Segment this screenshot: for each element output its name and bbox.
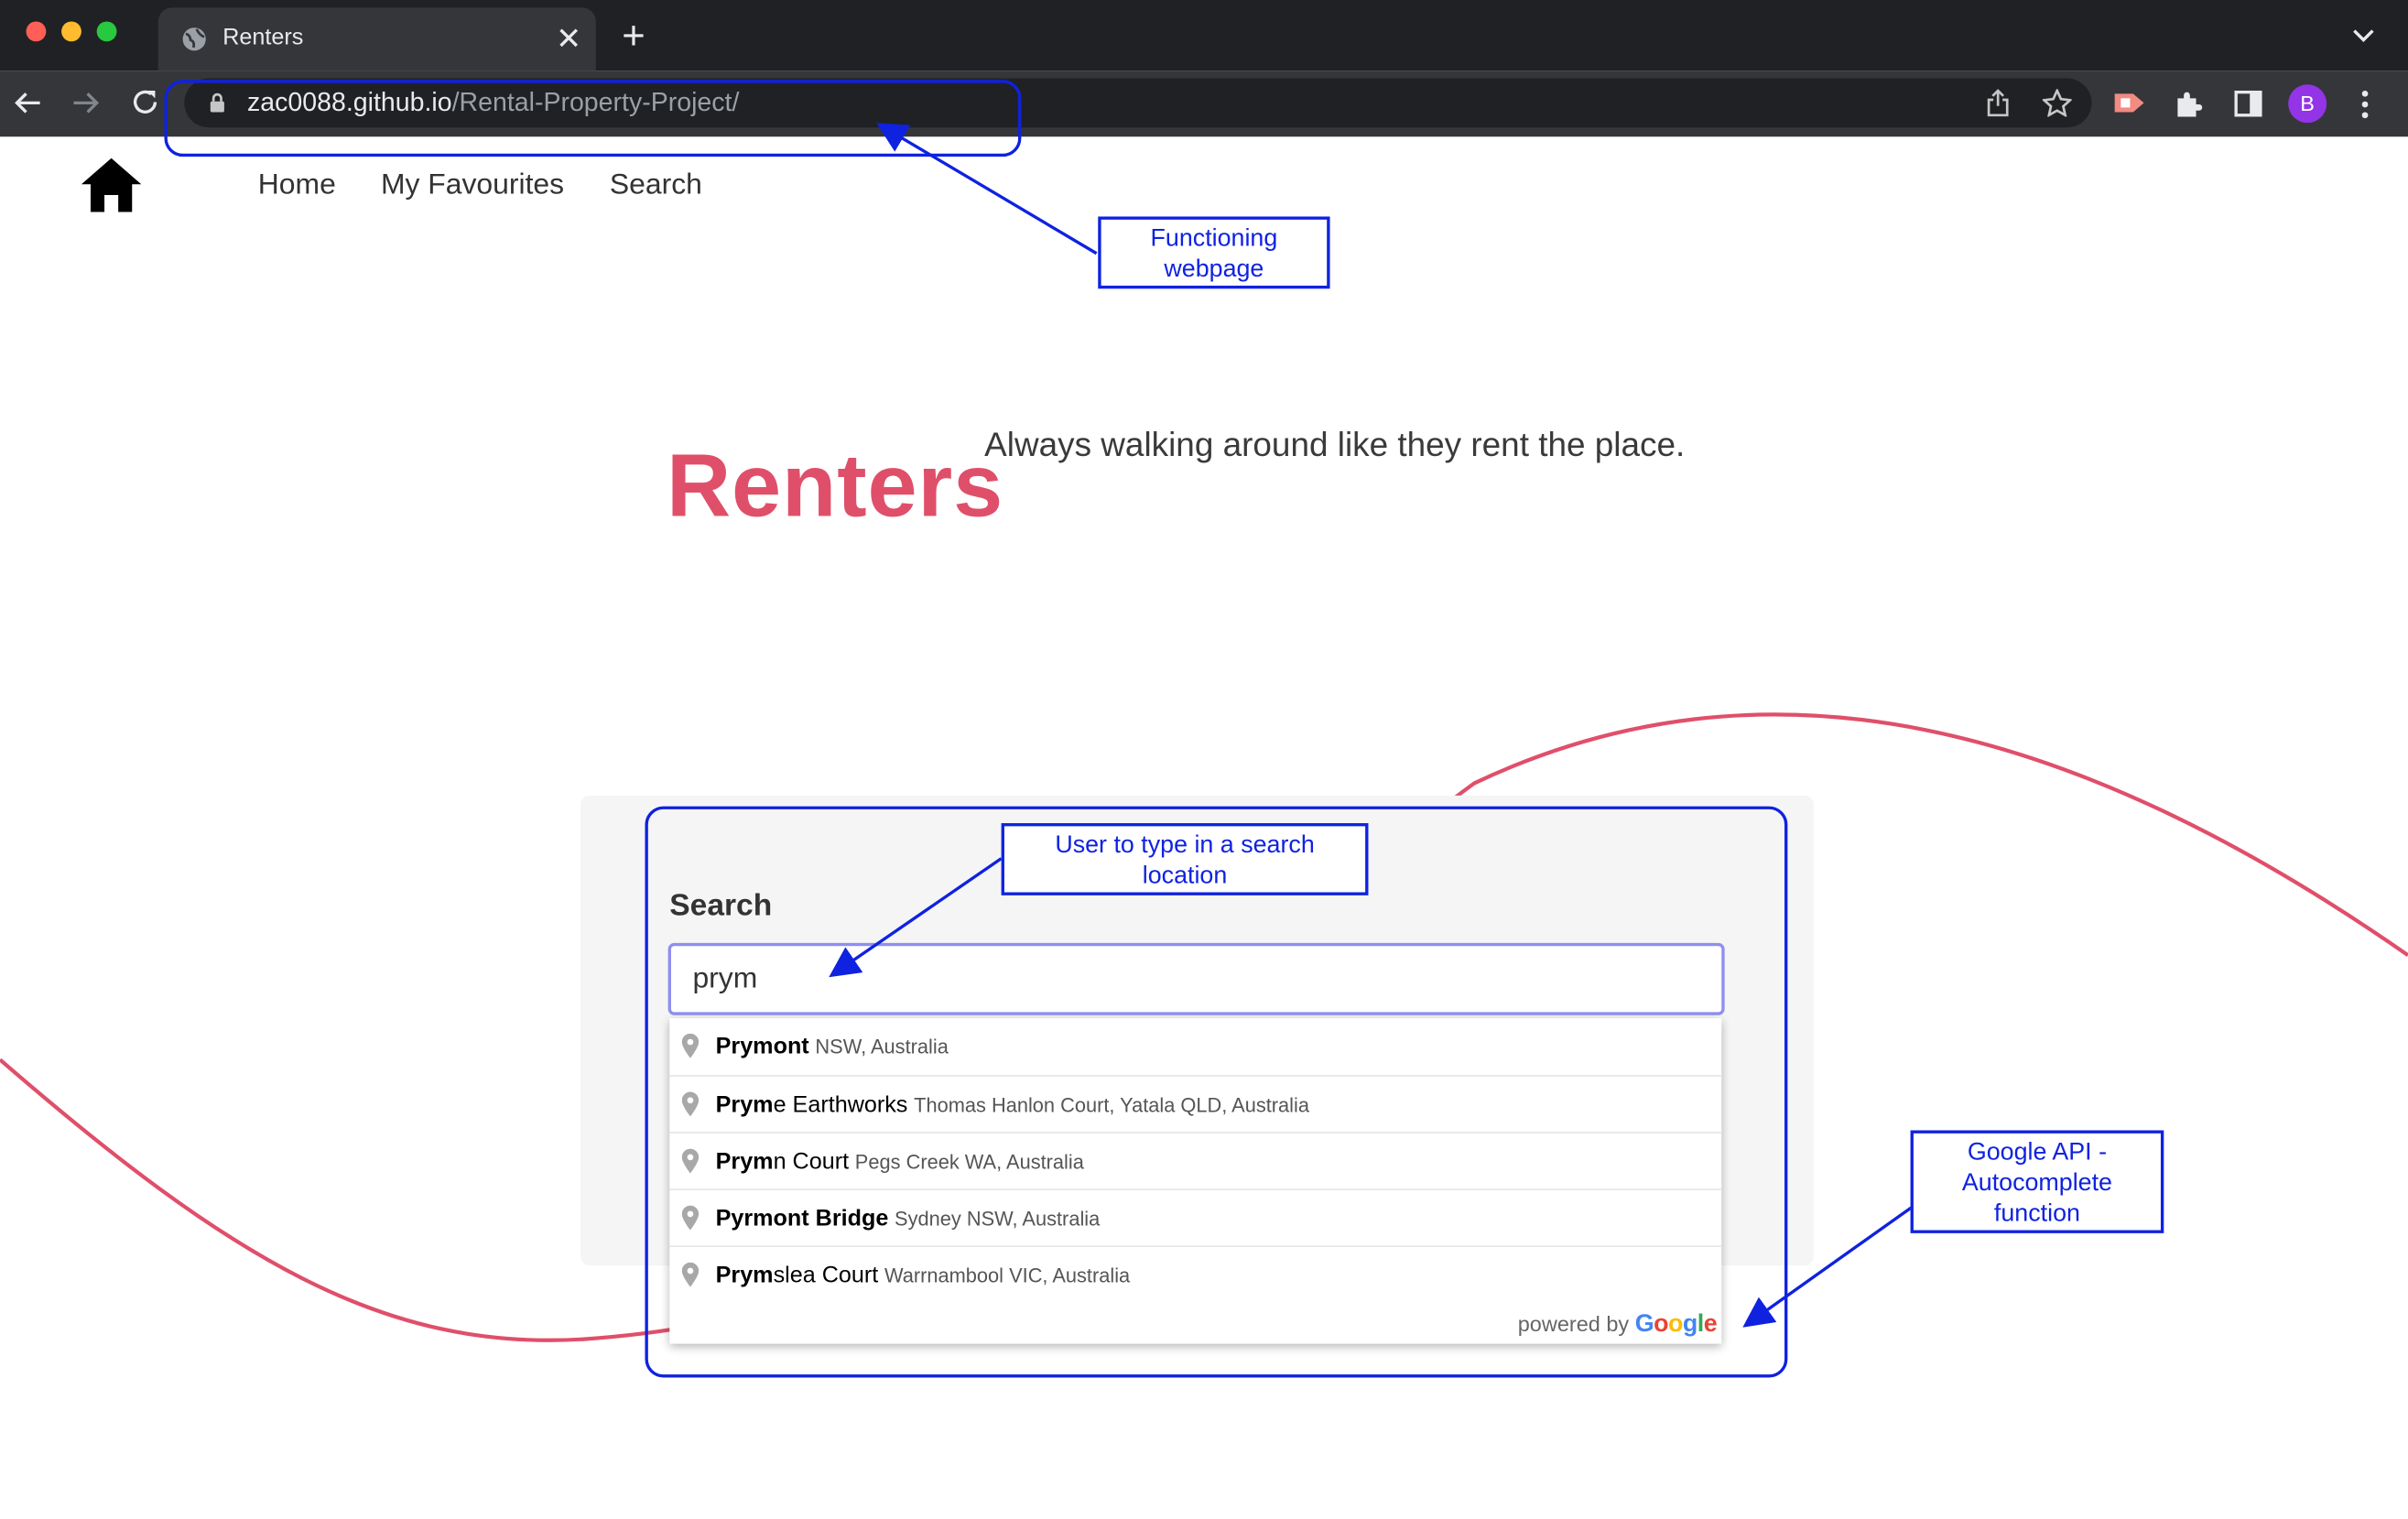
annotation-search-input: User to type in a search location xyxy=(1001,823,1369,895)
annotation-autocomplete: Google API - Autocomplete function xyxy=(1910,1130,2164,1233)
annotation-line: Functioning xyxy=(1150,225,1278,253)
annotation-line: Google API - xyxy=(1967,1139,2108,1166)
annotation-line: Autocomplete xyxy=(1961,1170,2112,1197)
annotation-webpage: Functioning webpage xyxy=(1098,216,1330,289)
screenshot-stage: Renters ✕ + zac0088.github.io/Rental-Pro… xyxy=(0,0,2408,1519)
annotation-line: User to type in a search xyxy=(1055,832,1315,859)
annotation-line: webpage xyxy=(1164,256,1264,283)
arrow-to-url xyxy=(875,123,1098,255)
arrow-to-search-input xyxy=(829,857,1003,978)
annotation-line: location xyxy=(1142,863,1228,890)
annotation-line: function xyxy=(1993,1200,2080,1228)
arrow-to-powered-by xyxy=(1742,1205,1914,1328)
